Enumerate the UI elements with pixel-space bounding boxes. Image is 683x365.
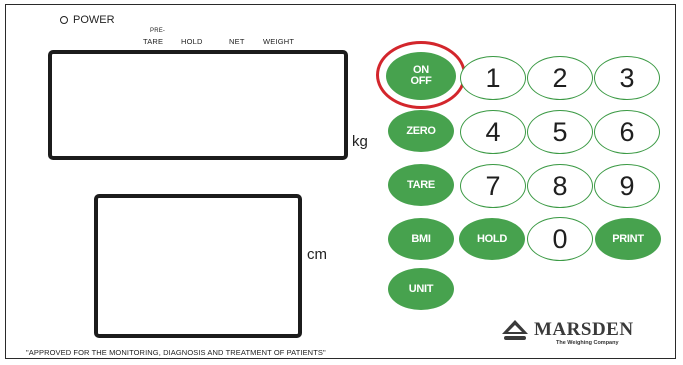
scale-logo-icon xyxy=(502,320,528,340)
digit-1-label: 1 xyxy=(485,62,501,93)
digit-0-button[interactable]: 0 xyxy=(527,217,593,261)
on-off-button[interactable]: ON OFF xyxy=(386,52,456,100)
weight-unit-label: kg xyxy=(352,133,368,150)
digit-1-button[interactable]: 1 xyxy=(460,56,526,100)
height-display xyxy=(94,194,302,338)
digit-4-label: 4 xyxy=(485,116,501,147)
digit-2-button[interactable]: 2 xyxy=(527,56,593,100)
digit-4-button[interactable]: 4 xyxy=(460,110,526,154)
digit-3-button[interactable]: 3 xyxy=(594,56,660,100)
digit-7-button[interactable]: 7 xyxy=(460,164,526,208)
net-indicator-label: NET xyxy=(229,37,245,46)
weight-indicator-label: WEIGHT xyxy=(263,37,295,46)
print-button[interactable]: PRINT xyxy=(595,218,661,260)
tare-label: TARE xyxy=(407,178,435,191)
digit-9-button[interactable]: 9 xyxy=(594,164,660,208)
power-led-icon xyxy=(60,16,68,24)
brand-tagline: The Weighing Company xyxy=(556,340,619,346)
unit-label: UNIT xyxy=(408,282,434,295)
brand-name: MARSDEN xyxy=(534,319,634,340)
digit-3-label: 3 xyxy=(619,62,635,93)
digit-2-label: 2 xyxy=(552,62,568,93)
tare-indicator-label: TARE xyxy=(143,37,164,46)
zero-label: ZERO xyxy=(406,124,436,137)
digit-5-button[interactable]: 5 xyxy=(527,110,593,154)
off-label: OFF xyxy=(410,75,432,87)
hold-label: HOLD xyxy=(477,232,507,245)
weight-display xyxy=(48,50,348,160)
bmi-label: BMI xyxy=(411,232,431,245)
power-label: POWER xyxy=(73,14,115,26)
digit-8-label: 8 xyxy=(552,170,568,201)
digit-6-button[interactable]: 6 xyxy=(594,110,660,154)
digit-9-label: 9 xyxy=(619,170,635,201)
digit-0-label: 0 xyxy=(552,223,568,254)
unit-button[interactable]: UNIT xyxy=(388,268,454,310)
marsden-logo: MARSDEN xyxy=(500,318,634,342)
power-indicator: POWER xyxy=(60,14,115,26)
digit-6-label: 6 xyxy=(619,116,635,147)
bmi-button[interactable]: BMI xyxy=(388,218,454,260)
pre-label: PRE- xyxy=(150,28,166,34)
approval-statement: "APPROVED FOR THE MONITORING, DIAGNOSIS … xyxy=(26,348,326,357)
hold-button[interactable]: HOLD xyxy=(459,218,525,260)
print-label: PRINT xyxy=(612,232,644,245)
digit-5-label: 5 xyxy=(552,116,568,147)
zero-button[interactable]: ZERO xyxy=(388,110,454,152)
tare-button[interactable]: TARE xyxy=(388,164,454,206)
height-unit-label: cm xyxy=(307,246,327,263)
digit-8-button[interactable]: 8 xyxy=(527,164,593,208)
hold-indicator-label: HOLD xyxy=(181,37,203,46)
digit-7-label: 7 xyxy=(485,170,501,201)
